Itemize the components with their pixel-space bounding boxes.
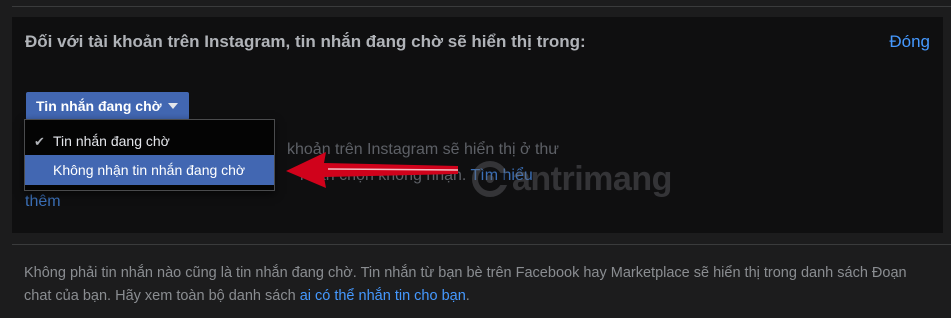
caret-down-icon [167,103,178,109]
checkmark-icon: ✔ [34,134,45,149]
panel-title: Đối với tài khoản trên Instagram, tin nh… [25,32,586,51]
menu-item-label: Không nhận tin nhắn đang chờ [53,162,246,178]
top-divider [12,6,951,7]
menu-item-pending[interactable]: ✔ Tin nhắn đang chờ [25,128,274,155]
watermark: antrimang [470,159,672,199]
select-dropdown-menu: ✔ Tin nhắn đang chờ Không nhận tin nhắn … [24,119,275,191]
menu-item-label: Tin nhắn đang chờ [53,133,170,149]
menu-item-dont-receive[interactable]: Không nhận tin nhắn đang chờ [25,155,274,185]
who-can-message-link[interactable]: ai có thể nhắn tin cho bạn [300,288,466,304]
close-button[interactable]: Đóng [889,32,930,52]
cantrimang-logo-icon [472,161,508,197]
footer-end: . [465,288,470,304]
bottom-divider [12,244,951,245]
watermark-text: antrimang [512,159,672,198]
red-arrow-icon [286,152,459,188]
message-requests-select[interactable]: Tin nhắn đang chờ [26,92,189,120]
footer-text: Không phải tin nhắn nào cũng là tin nhắn… [24,262,934,308]
select-value: Tin nhắn đang chờ [36,98,162,114]
